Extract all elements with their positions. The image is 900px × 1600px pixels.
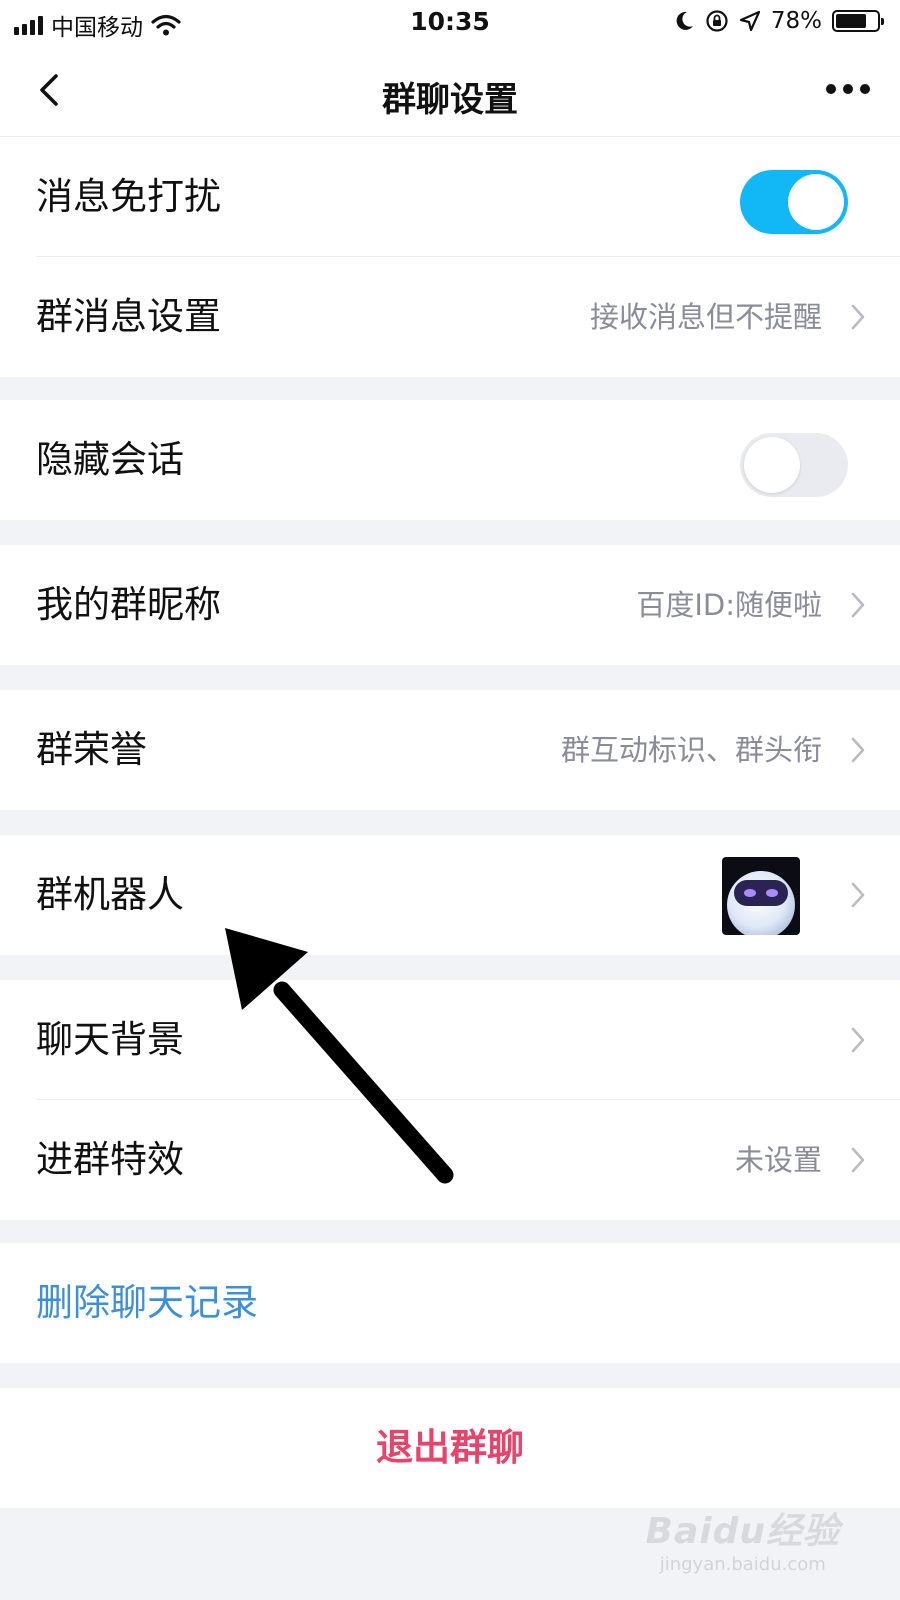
row-my-nickname[interactable]: 我的群昵称 百度ID:随便啦 [0,545,900,665]
baidu-watermark: Baidu经验 jingyan.baidu.com [646,1502,840,1575]
chat-background-label: 聊天背景 [36,1018,184,1061]
hide-chat-toggle[interactable] [740,433,848,497]
watermark-main: Baidu经验 [645,1511,840,1552]
row-hide-chat: 隐藏会话 [0,400,900,520]
group-honor-label: 群荣誉 [36,728,147,771]
group-message-settings-label: 群消息设置 [36,295,221,338]
hide-chat-label: 隐藏会话 [36,438,184,481]
more-dots-icon[interactable] [826,84,870,94]
row-chat-background[interactable]: 聊天背景 [0,980,900,1100]
status-bar: 中国移动 10:35 78% [0,0,900,44]
battery-cap [881,18,884,25]
row-delete-history[interactable]: 删除聊天记录 [0,1243,900,1363]
chevron-right-icon [851,882,865,908]
battery-level [836,14,867,28]
row-mute: 消息免打扰 [0,137,900,257]
battery-percent: 78% [770,8,822,34]
group-honor-value: 群互动标识、群头衔 [560,733,822,767]
toggle-knob [788,174,844,230]
chevron-right-icon [851,304,865,330]
robot-avatar-icon [722,857,800,935]
chevron-right-icon [851,592,865,618]
page-title: 群聊设置 [382,80,518,120]
battery-icon [832,10,884,32]
location-icon [739,10,760,32]
join-effect-label: 进群特效 [36,1138,184,1181]
status-right: 78% [673,8,884,34]
nav-bar: 群聊设置 [0,44,900,137]
row-exit-group[interactable]: 退出群聊 [0,1388,900,1508]
group-robot-label: 群机器人 [36,873,184,916]
rotation-lock-icon [706,10,728,32]
chevron-right-icon [851,1147,865,1173]
row-group-robot[interactable]: 群机器人 [0,835,900,955]
mute-toggle[interactable] [740,170,848,234]
delete-history-button[interactable]: 删除聊天记录 [36,1243,258,1363]
join-effect-value: 未设置 [734,1143,822,1177]
my-nickname-value: 百度ID:随便啦 [636,588,822,622]
mute-label: 消息免打扰 [36,175,221,218]
row-group-message-settings[interactable]: 群消息设置 接收消息但不提醒 [0,257,900,377]
my-nickname-label: 我的群昵称 [36,583,221,626]
exit-group-button[interactable]: 退出群聊 [0,1388,900,1508]
watermark-sub: jingyan.baidu.com [659,1554,826,1575]
toggle-knob [744,437,800,493]
row-group-honor[interactable]: 群荣誉 群互动标识、群头衔 [0,690,900,810]
moon-icon [676,11,693,30]
chevron-right-icon [851,737,865,763]
chevron-right-icon [851,1027,865,1053]
row-join-effect[interactable]: 进群特效 未设置 [0,1100,900,1220]
group-message-settings-value: 接收消息但不提醒 [589,300,822,334]
